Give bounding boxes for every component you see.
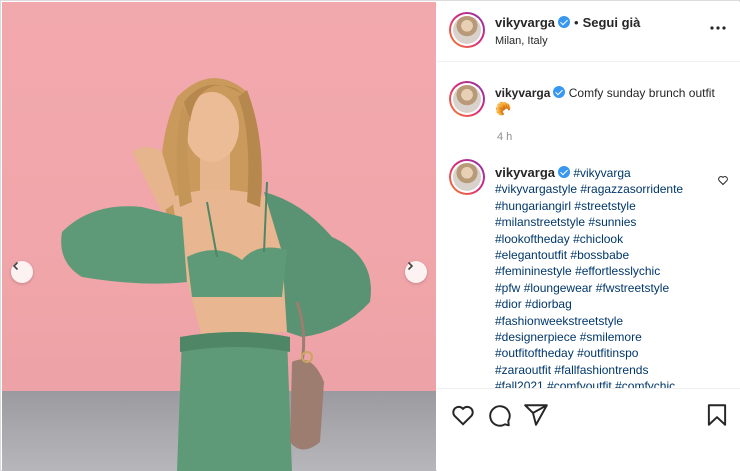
croissant-emoji: 🥐 xyxy=(495,101,512,117)
hashtag-link[interactable]: #dior xyxy=(495,297,522,311)
send-icon[interactable] xyxy=(523,402,549,428)
hashtag-link[interactable]: #fwstreetstyle xyxy=(596,281,669,295)
avatar[interactable] xyxy=(449,159,485,195)
hashtag-comment: vikyvarga #vikyvarga #vikyvargastyle #ra… xyxy=(495,165,725,388)
comment-icon[interactable] xyxy=(486,402,512,428)
hashtag-link[interactable]: #fashionweekstreetstyle xyxy=(495,314,623,328)
post-photo[interactable] xyxy=(2,2,436,471)
caption-text: vikyvarga Comfy sunday brunch outfit 🥐 xyxy=(495,85,725,118)
hashtag-link[interactable]: #loungewear xyxy=(524,281,593,295)
caption-body: Comfy sunday brunch outfit xyxy=(568,86,715,100)
hashtag-link[interactable]: #zaraoutfit xyxy=(495,363,551,377)
avatar[interactable] xyxy=(449,81,485,117)
hashtag-link[interactable]: #outfitoftheday xyxy=(495,346,574,360)
hashtag-link[interactable]: #vikyvargastyle xyxy=(495,182,577,196)
chevron-left-icon xyxy=(12,261,19,271)
chevron-right-icon xyxy=(407,261,414,271)
hashtag-link[interactable]: #fall2021 xyxy=(495,379,544,388)
hashtag-link[interactable]: #milanstreetstyle xyxy=(495,215,585,229)
hashtag-link[interactable]: #femininestyle xyxy=(495,264,572,278)
hashtag-link[interactable]: #ragazzasorridente xyxy=(580,182,683,196)
hashtag-link[interactable]: #pfw xyxy=(495,281,520,295)
hashtag-link[interactable]: #bossbabe xyxy=(570,248,629,262)
verified-badge-icon xyxy=(558,16,570,28)
hashtag-link[interactable]: #comfychic xyxy=(615,379,675,388)
comments-scroll-area[interactable]: vikyvarga #vikyvarga #vikyvargastyle #ra… xyxy=(437,152,740,388)
hashtag-link[interactable]: #vikyvarga xyxy=(573,166,630,180)
bookmark-icon[interactable] xyxy=(704,402,730,428)
avatar[interactable] xyxy=(449,12,485,48)
hashtag-link[interactable]: #streetstyle xyxy=(574,199,635,213)
caption-username[interactable]: vikyvarga xyxy=(495,86,550,100)
previous-photo-button[interactable] xyxy=(11,261,33,283)
actions-divider xyxy=(437,388,740,389)
following-button[interactable]: Segui già xyxy=(583,15,641,30)
location-link[interactable]: Milan, Italy xyxy=(495,35,548,47)
hashtag-link[interactable]: #diorbag xyxy=(525,297,572,311)
hashtag-link[interactable]: #outfitinspo xyxy=(577,346,638,360)
heart-icon[interactable] xyxy=(450,402,476,428)
comment-like-heart-icon[interactable] xyxy=(717,174,729,186)
hashtag-link[interactable]: #smilemore xyxy=(580,330,642,344)
header-user-line: vikyvarga • Segui già xyxy=(495,15,640,30)
post-actions-bar xyxy=(437,398,740,432)
hashtag-link[interactable]: #effortlesslychic xyxy=(575,264,660,278)
hashtag-link[interactable]: #elegantoutfit xyxy=(495,248,567,262)
post-header: vikyvarga • Segui già Milan, Italy xyxy=(437,2,740,62)
more-options-icon[interactable] xyxy=(708,21,728,35)
separator-dot: • xyxy=(574,15,579,30)
post-side-panel: vikyvarga • Segui già Milan, Italy vikyvar… xyxy=(437,2,740,471)
comment-username[interactable]: vikyvarga xyxy=(495,165,555,180)
verified-badge-icon xyxy=(553,86,566,98)
hashtag-link[interactable]: #comfyoutfit xyxy=(547,379,612,388)
hashtag-link[interactable]: #fallfashiontrends xyxy=(554,363,648,377)
post-timestamp[interactable]: 4 h xyxy=(497,131,512,143)
hashtag-link[interactable]: #chiclook xyxy=(573,232,623,246)
hashtag-link[interactable]: #sunnies xyxy=(588,215,636,229)
hashtag-link[interactable]: #hungariangirl xyxy=(495,199,571,213)
woman-illustration xyxy=(61,78,371,471)
hashtag-link[interactable]: #lookoftheday xyxy=(495,232,570,246)
next-photo-button[interactable] xyxy=(405,261,427,283)
caption: vikyvarga Comfy sunday brunch outfit 🥐 4… xyxy=(437,76,740,146)
hashtag-link[interactable]: #designerpiece xyxy=(495,330,576,344)
verified-badge-icon xyxy=(558,166,570,178)
header-username[interactable]: vikyvarga xyxy=(495,15,555,30)
instagram-post-frame: vikyvarga • Segui già Milan, Italy vikyvar… xyxy=(0,0,740,471)
